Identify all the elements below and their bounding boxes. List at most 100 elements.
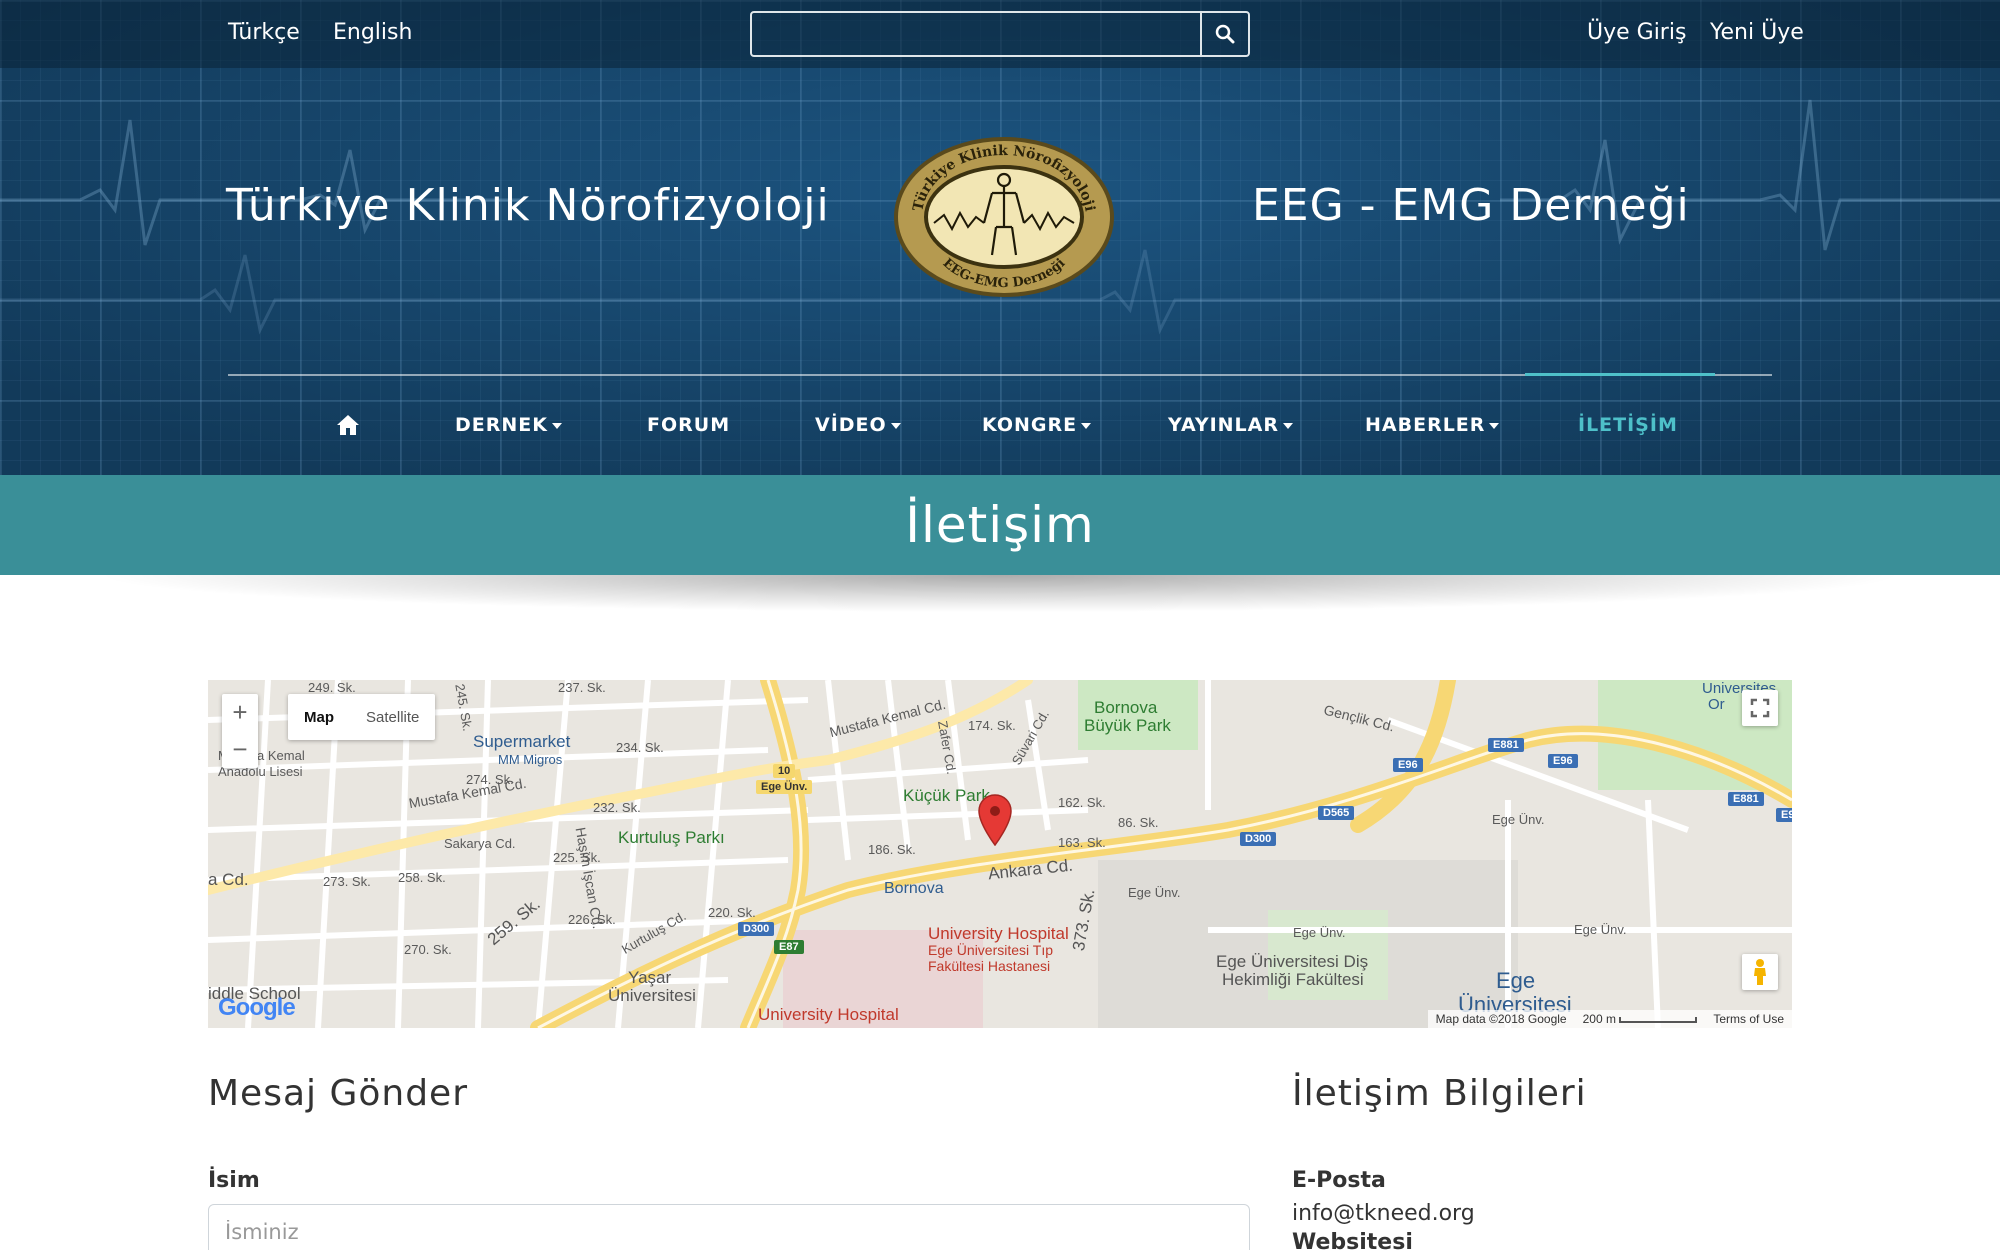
map-label: Ege Üniversitesi Tıp bbox=[928, 942, 1054, 958]
caret-down-icon bbox=[890, 423, 901, 429]
google-logo-text: Google bbox=[218, 994, 296, 1021]
fullscreen-icon bbox=[1750, 698, 1770, 718]
page-title-band: İletişim bbox=[0, 475, 2000, 575]
map-label: 162. Sk. bbox=[1058, 795, 1106, 810]
map-label: Ege Ünv. bbox=[1492, 812, 1545, 827]
map-label: 270. Sk. bbox=[404, 942, 452, 957]
fullscreen-button[interactable] bbox=[1742, 690, 1778, 726]
map-type-map-button[interactable]: Map bbox=[288, 694, 350, 740]
nav-dernek[interactable]: DERNEK bbox=[455, 410, 562, 440]
map-label: 174. Sk. bbox=[968, 718, 1016, 733]
road-shield: E96 bbox=[1548, 754, 1578, 768]
caret-down-icon bbox=[1283, 423, 1293, 429]
road-shield: D565 bbox=[1318, 806, 1355, 820]
page-title: İletişim bbox=[905, 496, 1095, 554]
map-zoom-control: + − bbox=[222, 694, 258, 768]
map-label: Ege bbox=[1496, 968, 1536, 993]
language-english-link[interactable]: English bbox=[333, 20, 412, 45]
nav-yayinlar[interactable]: YAYINLAR bbox=[1168, 410, 1293, 440]
email-value[interactable]: info@tkneed.org bbox=[1292, 1201, 1475, 1226]
caret-down-icon bbox=[551, 423, 562, 429]
map-label: 258. Sk. bbox=[398, 870, 446, 885]
map-label: Kurtuluş Parkı bbox=[618, 828, 725, 847]
contact-info-heading: İletişim Bilgileri bbox=[1292, 1073, 1587, 1114]
google-logo: Google bbox=[218, 994, 296, 1022]
nav-forum-label: FORUM bbox=[647, 414, 731, 436]
map-label: Bornova bbox=[884, 880, 944, 897]
road-shield: E881 bbox=[1488, 738, 1524, 752]
nav-video[interactable]: VİDEO bbox=[815, 410, 901, 440]
search-icon bbox=[1215, 24, 1235, 44]
zoom-in-button[interactable]: + bbox=[222, 694, 258, 731]
site-title-left: Türkiye Klinik Nörofizyoloji bbox=[226, 180, 830, 231]
map-label: Ege Ünv. bbox=[1574, 922, 1627, 937]
name-input[interactable] bbox=[208, 1204, 1250, 1250]
map-label: Supermarket bbox=[473, 732, 571, 751]
nav-active-indicator bbox=[1525, 373, 1715, 376]
road-shield: E87 bbox=[774, 940, 804, 954]
road-shield: E9 bbox=[1776, 808, 1792, 822]
caret-down-icon bbox=[1081, 423, 1092, 429]
member-login-link[interactable]: Üye Giriş bbox=[1587, 20, 1686, 45]
top-bar: Türkçe English Üye Giriş Yeni Üye bbox=[0, 0, 2000, 68]
map-label: 226. Sk. bbox=[568, 912, 616, 927]
scale-bar bbox=[1619, 1016, 1698, 1023]
map-label: 232. Sk. bbox=[593, 800, 641, 815]
location-map[interactable]: Mustafa Kemal Anadolu Lisesi Supermarket… bbox=[208, 680, 1792, 1028]
terms-of-use-link[interactable]: Terms of Use bbox=[1713, 1012, 1784, 1026]
site-title-right: EEG - EMG Derneği bbox=[1252, 180, 1690, 231]
pegman-icon bbox=[1754, 959, 1766, 985]
nav-yayinlar-label: YAYINLAR bbox=[1168, 414, 1279, 436]
road-shield: 10 bbox=[773, 764, 796, 778]
nav-forum[interactable]: FORUM bbox=[647, 410, 730, 440]
road-shield: D300 bbox=[738, 922, 775, 936]
language-turkish-link[interactable]: Türkçe bbox=[228, 20, 300, 45]
map-label: Küçük Park bbox=[903, 786, 990, 805]
map-label: 163. Sk. bbox=[1058, 835, 1106, 850]
map-label: Or bbox=[1708, 696, 1725, 713]
search-button[interactable] bbox=[1200, 13, 1248, 55]
road-shield: E96 bbox=[1393, 758, 1423, 772]
map-label: Hekimliği Fakültesi bbox=[1222, 970, 1364, 989]
map-label: 274. Sk. bbox=[466, 772, 514, 787]
map-label: Fakültesi Hastanesi bbox=[928, 958, 1051, 974]
map-label: MM Migros bbox=[498, 752, 563, 767]
zoom-out-button[interactable]: − bbox=[222, 731, 258, 768]
map-label: a Cd. bbox=[208, 870, 249, 889]
band-shadow-decoration bbox=[0, 575, 2000, 665]
nav-dernek-label: DERNEK bbox=[455, 414, 548, 436]
nav-iletisim[interactable]: İLETİŞİM bbox=[1578, 410, 1678, 440]
map-label: 225. Sk. bbox=[553, 850, 601, 865]
send-message-heading: Mesaj Gönder bbox=[208, 1073, 469, 1114]
nav-haberler-label: HABERLER bbox=[1365, 414, 1486, 436]
map-label: 220. Sk. bbox=[708, 905, 756, 920]
home-icon bbox=[337, 415, 359, 435]
map-data-credit: Map data ©2018 Google bbox=[1435, 1012, 1567, 1026]
map-label: Ege Ünv. bbox=[1293, 925, 1346, 940]
map-label: University Hospital bbox=[928, 924, 1069, 943]
location-pin-icon[interactable] bbox=[978, 794, 1012, 846]
map-label: Büyük Park bbox=[1084, 716, 1171, 735]
map-label: 86. Sk. bbox=[1118, 815, 1159, 830]
map-type-satellite-button[interactable]: Satellite bbox=[350, 694, 435, 740]
map-label: 273. Sk. bbox=[323, 874, 371, 889]
map-label: Ege Ünv. bbox=[1128, 885, 1181, 900]
map-label: 186. Sk. bbox=[868, 842, 916, 857]
association-logo[interactable]: Türkiye Klinik Nörofizyoloji EEG-EMG Der… bbox=[892, 135, 1116, 300]
nav-haberler[interactable]: HABERLER bbox=[1365, 410, 1500, 440]
road-shield: Ege Ünv. bbox=[756, 780, 813, 794]
map-label: 234. Sk. bbox=[616, 740, 664, 755]
new-member-link[interactable]: Yeni Üye bbox=[1710, 20, 1804, 45]
street-view-button[interactable] bbox=[1742, 954, 1778, 990]
nav-home[interactable] bbox=[336, 410, 360, 440]
map-label: 249. Sk. bbox=[308, 680, 356, 695]
map-type-control: Map Satellite bbox=[288, 694, 436, 740]
map-label: Sakarya Cd. bbox=[444, 836, 516, 851]
map-label: Yaşar bbox=[628, 968, 672, 987]
map-label: University Hospital bbox=[758, 1005, 899, 1024]
road-shield: E881 bbox=[1728, 792, 1764, 806]
site-header: Türkçe English Üye Giriş Yeni Üye Türkiy… bbox=[0, 0, 2000, 475]
road-shield: D300 bbox=[1240, 832, 1277, 846]
nav-kongre[interactable]: KONGRE bbox=[982, 410, 1092, 440]
search-input[interactable] bbox=[752, 13, 1200, 55]
